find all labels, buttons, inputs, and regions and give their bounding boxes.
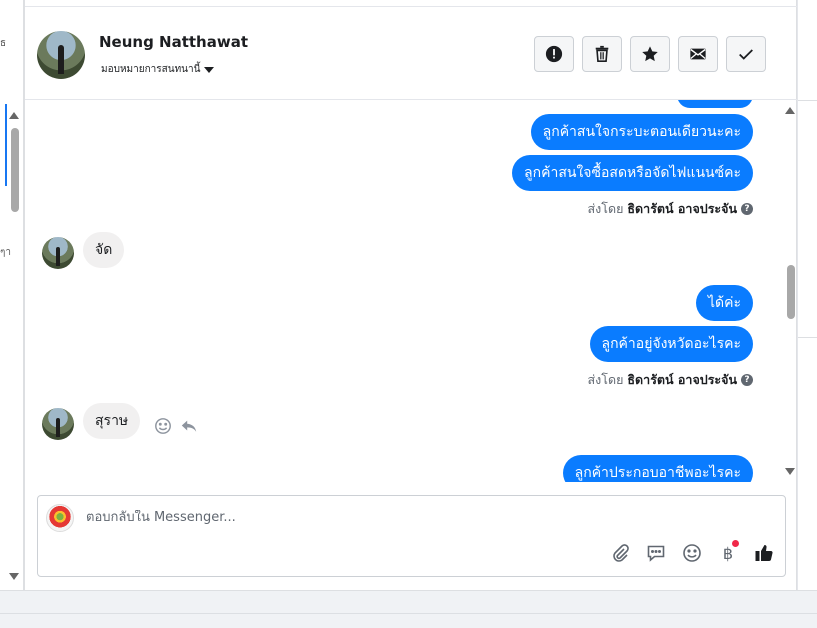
message-bubble-incoming[interactable]: สุราษ [83, 403, 141, 439]
sent-by-prefix: ส่งโดย [587, 372, 624, 387]
saved-reply-icon [647, 545, 665, 562]
scroll-down-arrow-icon[interactable] [9, 573, 19, 580]
thread-scrollbar-thumb[interactable] [787, 265, 795, 319]
payment-button[interactable]: ฿ [717, 540, 739, 564]
message-bubble-outgoing[interactable]: ลูกค้าสนใจกระบะตอนเดียวนะคะ [530, 114, 753, 150]
emoji-button[interactable] [681, 542, 703, 564]
caret-down-icon [204, 66, 215, 73]
delete-button[interactable] [582, 36, 622, 72]
sent-by-agent: ธิดารัตน์ อาจประจัน [627, 201, 737, 216]
sent-by-prefix: ส่งโดย [587, 201, 624, 216]
bottom-area [0, 590, 817, 628]
conversation-panel: Neung Natthawat มอบหมายการสนทนานี้ ลูกค้… [24, 0, 798, 590]
star-button[interactable] [630, 36, 670, 72]
check-icon [739, 49, 753, 60]
scroll-down-arrow-icon[interactable] [785, 468, 795, 475]
mark-done-button[interactable] [726, 36, 766, 72]
sent-by-agent: ธิดารัตน์ อาจประจัน [627, 372, 737, 387]
notification-dot [732, 540, 739, 547]
selected-indicator [5, 104, 7, 186]
message-bubble-incoming[interactable]: จัด [83, 232, 125, 268]
message-thread: ลูกค้าสนใจกระบะตอนเดียวนะคะ ลูกค้าสนใจซื… [25, 100, 798, 482]
message-bubble-outgoing[interactable]: ลูกค้าอยู่จังหวัดอะไรคะ [589, 326, 753, 362]
conversation-header: Neung Natthawat มอบหมายการสนทนานี้ [25, 6, 798, 100]
customer-avatar[interactable] [37, 31, 85, 79]
customer-avatar-small [42, 237, 74, 269]
report-button[interactable] [534, 36, 574, 72]
truncated-text: ธ [0, 38, 7, 49]
assign-label: มอบหมายการสนทนานี้ [101, 64, 201, 75]
like-button[interactable] [753, 542, 775, 564]
star-icon [642, 46, 658, 62]
conversation-actions [534, 36, 766, 72]
right-panel-edge [797, 0, 817, 590]
envelope-icon [690, 48, 706, 60]
scroll-up-arrow-icon[interactable] [9, 112, 19, 119]
smiley-icon[interactable] [154, 417, 172, 435]
baht-icon: ฿ [722, 543, 734, 563]
saved-replies-button[interactable] [645, 542, 667, 564]
page-avatar [46, 504, 74, 532]
question-icon[interactable]: ? [741, 374, 753, 386]
mark-unread-button[interactable] [678, 36, 718, 72]
composer-tools: ฿ [609, 540, 775, 564]
message-bubble-outgoing[interactable]: ลูกค้าประกอบอาชีพอะไรคะ [562, 455, 753, 482]
like-icon [755, 545, 773, 561]
exclamation-icon [545, 45, 563, 63]
sent-by-label: ส่งโดย ธิดารัตน์ อาจประจัน ? [588, 199, 753, 219]
assign-conversation-dropdown[interactable]: มอบหมายการสนทนานี้ [101, 62, 215, 77]
reply-input[interactable] [86, 510, 586, 525]
trash-icon [595, 45, 609, 63]
attach-button[interactable] [609, 542, 631, 564]
left-scrollbar-thumb[interactable] [11, 128, 19, 212]
paperclip-icon [613, 544, 629, 562]
scroll-up-arrow-icon[interactable] [785, 107, 795, 114]
reply-icon[interactable] [180, 417, 198, 435]
emoji-icon [683, 544, 701, 562]
customer-avatar-small [42, 408, 74, 440]
sent-by-label: ส่งโดย ธิดารัตน์ อาจประจัน ? [588, 370, 753, 390]
message-bubble-outgoing[interactable] [677, 100, 753, 108]
question-icon[interactable]: ? [741, 203, 753, 215]
message-actions [154, 417, 198, 435]
conversation-list-edge: ธ ๆา [0, 0, 24, 590]
reply-composer: ฿ [37, 495, 786, 577]
message-bubble-outgoing[interactable]: ได้ค่ะ [695, 285, 753, 321]
message-bubble-outgoing[interactable]: ลูกค้าสนใจซื้อสดหรือจัดไฟแนนซ์คะ [512, 155, 753, 191]
truncated-text: ๆา [0, 247, 11, 258]
customer-name[interactable]: Neung Natthawat [99, 33, 248, 51]
